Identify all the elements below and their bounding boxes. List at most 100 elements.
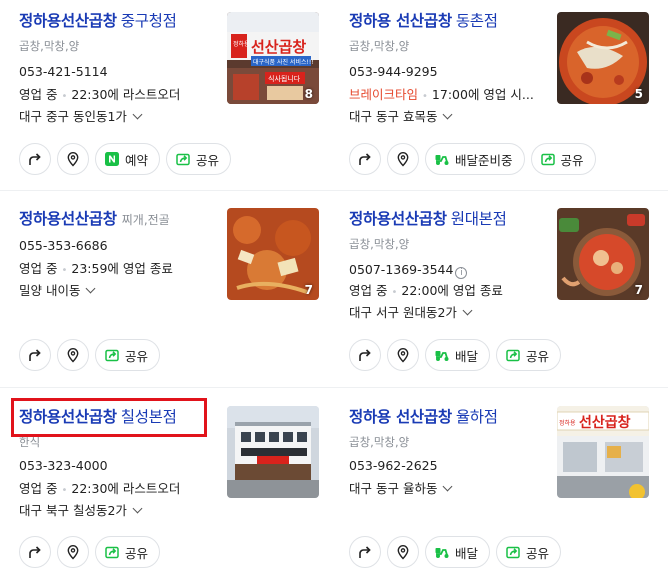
place-branch[interactable]: 동촌점 — [456, 12, 498, 30]
map-pin-icon — [67, 545, 79, 560]
status-label: 영업 중 — [19, 87, 58, 102]
address-text: 대구 동구 효목동 — [349, 109, 438, 124]
svg-text:대구식품 사진 서비스!!!: 대구식품 사진 서비스!!! — [253, 58, 314, 66]
place-title[interactable]: 정하용 선산곱창 율하점 — [349, 406, 498, 428]
place-status: 영업 중 • 22:00에 영업 종료 — [349, 283, 503, 298]
status-detail: 22:30에 라스트오더 — [71, 481, 181, 496]
place-address[interactable]: 대구 동구 효목동 — [349, 108, 453, 126]
place-title[interactable]: 정하용선산곱창 중구청점 — [19, 10, 177, 32]
place-name[interactable]: 정하용 선산곱창 — [349, 12, 452, 30]
phone-number: 0507-1369-3544 — [349, 262, 454, 277]
place-name[interactable]: 정하용 선산곱창 — [349, 408, 452, 426]
place-branch[interactable]: 율하점 — [456, 408, 498, 426]
chevron-down-icon — [443, 481, 453, 492]
place-title[interactable]: 정하용 선산곱창 동촌점 — [349, 10, 498, 32]
place-photo[interactable]: 7 — [557, 208, 649, 300]
place-name[interactable]: 정하용선산곱창 — [19, 12, 117, 30]
reserve-button[interactable]: 예약 — [95, 143, 161, 175]
directions-button[interactable] — [19, 339, 51, 371]
photo-count: 8 — [304, 87, 313, 101]
place-address[interactable]: 대구 서구 원대동2가 — [349, 304, 473, 322]
chevron-down-icon — [132, 503, 143, 514]
place-category: 곱창,막창,양 — [349, 39, 410, 53]
status-detail: 22:30에 라스트오더 — [71, 87, 181, 102]
svg-text:선산곱창: 선산곱창 — [251, 38, 306, 56]
place-category: 곱창,막창,양 — [349, 435, 410, 449]
place-pin-button[interactable] — [387, 339, 419, 371]
share-button[interactable]: 공유 — [95, 339, 161, 371]
directions-button[interactable] — [349, 536, 381, 568]
place-title[interactable]: 정하용선산곱창 원대본점 — [349, 208, 507, 230]
map-pin-icon — [67, 348, 79, 363]
place-pin-button[interactable] — [387, 143, 419, 175]
place-pin-button[interactable] — [57, 339, 89, 371]
share-button[interactable]: 공유 — [496, 339, 562, 371]
photo-count: 5 — [634, 87, 643, 101]
place-pin-button[interactable] — [387, 536, 419, 568]
directions-button[interactable] — [349, 339, 381, 371]
place-name[interactable]: 정하용선산곱창 — [19, 210, 117, 228]
share-button[interactable]: 공유 — [95, 536, 161, 568]
delivery-button[interactable]: 배달 — [425, 536, 491, 568]
share-button[interactable]: 공유 — [496, 536, 562, 568]
chevron-down-icon — [86, 283, 96, 294]
directions-button[interactable] — [19, 536, 51, 568]
place-phone[interactable]: 053-962-2625 — [349, 457, 438, 475]
place-phone[interactable]: 055-353-6686 — [19, 237, 108, 255]
share-label: 공유 — [526, 545, 550, 561]
place-photo[interactable]: 5 — [557, 12, 649, 104]
place-address[interactable]: 대구 중구 동인동1가 — [19, 108, 143, 126]
delivery-button[interactable]: 배달준비중 — [425, 143, 525, 175]
place-photo[interactable]: 7 — [227, 208, 319, 300]
info-icon[interactable]: i — [455, 267, 468, 279]
row-divider — [0, 190, 668, 191]
place-category: 곱창,막창,양 — [349, 237, 410, 251]
directions-icon — [29, 546, 41, 558]
place-branch[interactable]: 원대본점 — [451, 210, 507, 228]
share-icon — [105, 546, 119, 559]
share-button[interactable]: 공유 — [530, 143, 596, 175]
scooter-icon — [435, 548, 449, 558]
delivery-label: 배달 — [455, 348, 479, 364]
place-pin-button[interactable] — [57, 143, 89, 175]
svg-text:정하용: 정하용 — [559, 419, 576, 427]
map-pin-icon — [397, 348, 409, 363]
place-address[interactable]: 밀양 내이동 — [19, 282, 96, 300]
place-phone[interactable]: 053-944-9295 — [349, 63, 438, 81]
directions-button[interactable] — [349, 143, 381, 175]
status-detail: 22:00에 영업 종료 — [401, 283, 503, 298]
place-title[interactable]: 정하용선산곱창 찌개,전골 — [19, 208, 170, 231]
highlight-box — [11, 398, 207, 437]
address-text: 대구 서구 원대동2가 — [349, 305, 457, 320]
status-detail: 17:00에 영업 시... — [431, 87, 534, 102]
status-label: 영업 중 — [19, 261, 58, 276]
place-phone[interactable]: 053-421-5114 — [19, 63, 108, 81]
scooter-icon — [435, 351, 449, 361]
action-bar: 공유 — [19, 536, 161, 568]
place-status: 영업 중 • 22:30에 라스트오더 — [19, 481, 181, 496]
place-phone[interactable]: 053-323-4000 — [19, 457, 108, 475]
place-address[interactable]: 대구 동구 율하동 — [349, 480, 453, 498]
place-photo[interactable] — [227, 406, 319, 498]
delivery-button[interactable]: 배달 — [425, 339, 491, 371]
directions-icon — [359, 349, 371, 361]
place-category: 곱창,막창,양 — [19, 39, 80, 53]
place-pin-button[interactable] — [57, 536, 89, 568]
share-label: 공유 — [560, 152, 584, 168]
chevron-down-icon — [462, 305, 473, 316]
place-photo[interactable]: 정하용 선산곱창 — [557, 406, 649, 498]
place-branch[interactable]: 중구청점 — [121, 12, 177, 30]
directions-button[interactable] — [19, 143, 51, 175]
share-label: 공유 — [526, 348, 550, 364]
share-label: 공유 — [125, 545, 149, 561]
place-photo[interactable]: 선산곱창 정하용 대구식품 사진 서비스!!! 식사됩니다 8 — [227, 12, 319, 104]
place-phone[interactable]: 0507-1369-3544 i — [349, 261, 468, 279]
place-name[interactable]: 정하용선산곱창 — [349, 210, 447, 228]
share-icon — [176, 153, 190, 166]
photo-count: 7 — [634, 283, 643, 297]
share-icon — [506, 546, 520, 559]
place-category: 찌개,전골 — [121, 213, 170, 227]
share-button[interactable]: 공유 — [166, 143, 232, 175]
place-address[interactable]: 대구 북구 칠성동2가 — [19, 502, 143, 520]
directions-icon — [359, 153, 371, 165]
